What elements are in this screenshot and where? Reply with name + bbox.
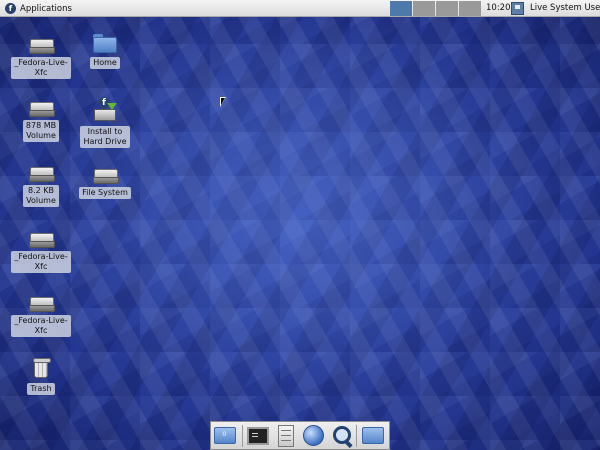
workspace-1[interactable]: [390, 1, 412, 16]
dock-web-browser-button[interactable]: [302, 424, 325, 448]
dock-file-manager-button[interactable]: [275, 424, 298, 448]
dock-show-desktop-button[interactable]: [214, 424, 237, 448]
drive-icon: [28, 36, 55, 54]
fedora-logo-icon: f: [5, 3, 16, 14]
desktop-icon-label: _Fedora-Live- Xfc: [11, 315, 71, 337]
desktop-icon-install-to-hard-drive[interactable]: f Install to Hard Drive: [75, 97, 135, 148]
workspace-3[interactable]: [436, 1, 458, 16]
show-desktop-icon: [214, 427, 237, 444]
dock-panel: [210, 421, 390, 450]
terminal-icon: [247, 426, 270, 445]
applications-menu-label: Applications: [20, 3, 72, 14]
desktop-icon-fedora-live-2[interactable]: _Fedora-Live- Xfc: [11, 230, 71, 273]
workspace-4[interactable]: [459, 1, 481, 16]
web-browser-icon: [303, 425, 325, 446]
desktop-icon-fedora-live-1[interactable]: _Fedora-Live- Xfc: [11, 36, 71, 79]
trash-icon: [31, 356, 51, 380]
desktop-icon-label: Home: [90, 57, 120, 69]
desktop-icon-label: 8.2 KB Volume: [23, 185, 59, 207]
desktop-icon-file-system[interactable]: File System: [75, 166, 135, 199]
mouse-pointer-icon: [220, 97, 226, 107]
desktop-icon-8-2kb-volume[interactable]: 8.2 KB Volume: [11, 164, 71, 207]
workspace-switcher: [390, 1, 482, 16]
drive-icon: [28, 99, 55, 117]
desktop-icon-label: Trash: [27, 383, 55, 395]
workspace-2[interactable]: [413, 1, 435, 16]
dock-folder-button[interactable]: [361, 424, 384, 448]
folder-icon: [361, 427, 384, 444]
dock-separator: [356, 424, 358, 447]
desktop-icon-trash[interactable]: Trash: [11, 356, 71, 395]
desktop-icon-878mb-volume[interactable]: 878 MB Volume: [11, 99, 71, 142]
desktop-icon-label: _Fedora-Live- Xfc: [11, 251, 71, 273]
user-account-icon[interactable]: [511, 2, 524, 15]
desktop-icon-home[interactable]: Home: [75, 32, 135, 69]
desktop-icon-label: _Fedora-Live- Xfc: [11, 57, 71, 79]
desktop-icon-label: File System: [79, 187, 131, 199]
desktop-icon-label: 878 MB Volume: [22, 120, 60, 142]
top-panel: f Applications 10:20 Live System User: [0, 0, 600, 17]
hard-drive-icon: [94, 109, 116, 121]
drive-icon: [28, 294, 55, 312]
desktop-icon-label: Install to Hard Drive: [80, 126, 130, 148]
desktop-icon-fedora-live-3[interactable]: _Fedora-Live- Xfc: [11, 294, 71, 337]
installer-icon: f: [91, 97, 119, 123]
user-menu[interactable]: Live System User: [530, 1, 600, 16]
install-arrow-icon: [107, 103, 117, 110]
dock-separator: [241, 424, 243, 447]
clock[interactable]: 10:20: [486, 1, 511, 16]
drive-icon: [28, 164, 55, 182]
file-cabinet-icon: [278, 424, 295, 447]
dock-app-finder-button[interactable]: [330, 424, 353, 448]
dock-terminal-button[interactable]: [247, 424, 270, 448]
app-finder-icon: [331, 425, 353, 447]
applications-menu-button[interactable]: f Applications: [2, 1, 75, 16]
drive-icon: [28, 230, 55, 248]
home-folder-icon: [92, 32, 118, 54]
drive-icon: [92, 166, 119, 184]
